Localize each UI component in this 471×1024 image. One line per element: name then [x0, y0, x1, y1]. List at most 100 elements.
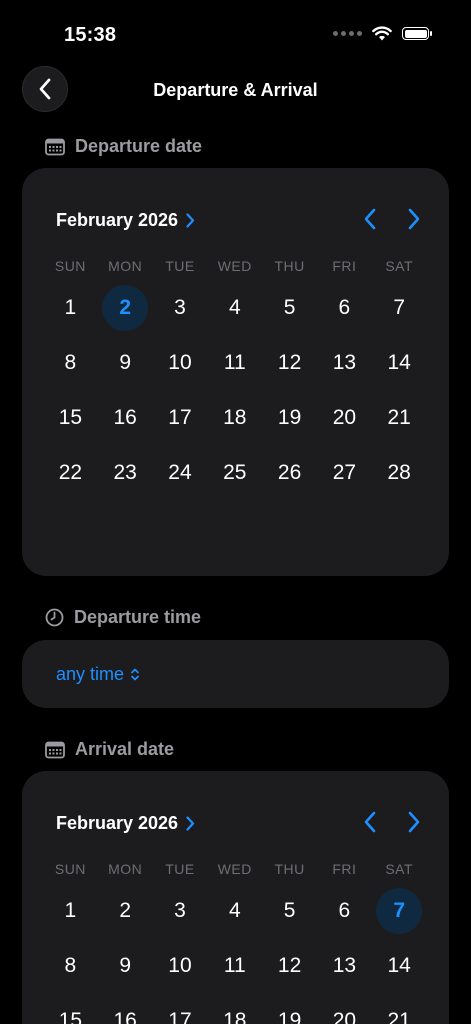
- day-cell[interactable]: 11: [207, 335, 262, 390]
- departure-time-value: any time: [56, 664, 125, 684]
- day-number: 11: [223, 953, 246, 977]
- day-cell[interactable]: 9: [98, 938, 153, 993]
- departure-month-title: February 2026: [56, 210, 179, 230]
- departure-next-month-button[interactable]: [407, 208, 421, 230]
- day-number: 24: [168, 460, 192, 484]
- arrival-month-nav: [363, 811, 421, 833]
- day-cell[interactable]: 26: [262, 445, 317, 500]
- day-cell[interactable]: 21: [372, 993, 427, 1024]
- day-number: 7: [393, 295, 406, 319]
- day-cell[interactable]: 19: [262, 390, 317, 445]
- day-cell[interactable]: 18: [207, 390, 262, 445]
- day-cell[interactable]: 9: [98, 335, 153, 390]
- day-cell[interactable]: 20: [317, 993, 372, 1024]
- day-cell[interactable]: 17: [153, 993, 208, 1024]
- day-cell[interactable]: 3: [153, 883, 208, 938]
- day-cell[interactable]: 13: [317, 938, 372, 993]
- day-cell[interactable]: 16: [98, 993, 153, 1024]
- day-number: 9: [119, 953, 132, 977]
- day-number: 10: [168, 350, 192, 374]
- day-number: 19: [277, 405, 302, 429]
- arrival-prev-month-button[interactable]: [363, 811, 377, 833]
- weekday-label: THU: [274, 861, 305, 877]
- arrival-next-month-button[interactable]: [407, 811, 421, 833]
- day-cell[interactable]: 10: [153, 335, 208, 390]
- day-number: 11: [223, 350, 246, 374]
- day-number: 9: [119, 350, 132, 374]
- departure-time-label: Departure time: [45, 607, 201, 628]
- day-cell[interactable]: 7: [372, 280, 427, 335]
- day-number: 17: [168, 405, 192, 429]
- day-cell[interactable]: 1: [43, 883, 98, 938]
- day-number: 20: [332, 405, 357, 429]
- day-number: 5: [283, 898, 296, 922]
- day-cell[interactable]: 6: [317, 883, 372, 938]
- day-cell[interactable]: 11: [207, 938, 262, 993]
- day-cell[interactable]: 25: [207, 445, 262, 500]
- day-cell[interactable]: 15: [43, 993, 98, 1024]
- arrival-day-grid: 1 2 3 4 5 6 7 8 9 10 11 12 13 14 15 16 17 18 19 20 21: [43, 883, 427, 1024]
- weekday-label: MON: [108, 258, 143, 274]
- day-cell[interactable]: 8: [43, 335, 98, 390]
- day-cell[interactable]: 23: [98, 445, 153, 500]
- day-cell[interactable]: 5: [262, 280, 317, 335]
- battery-icon: [402, 27, 432, 40]
- day-cell[interactable]: 14: [372, 335, 427, 390]
- day-cell[interactable]: 5: [262, 883, 317, 938]
- day-number: 16: [113, 1008, 137, 1024]
- day-number: 6: [338, 295, 351, 319]
- day-number: 5: [283, 295, 296, 319]
- day-cell[interactable]: 13: [317, 335, 372, 390]
- day-cell[interactable]: 15: [43, 390, 98, 445]
- day-cell[interactable]: 19: [262, 993, 317, 1024]
- weekday-label: TUE: [165, 258, 195, 274]
- chevron-up-down-icon: [131, 668, 139, 681]
- arrival-date-label-text: Arrival date: [75, 739, 175, 759]
- day-cell[interactable]: 20: [317, 390, 372, 445]
- day-cell[interactable]: 8: [43, 938, 98, 993]
- day-number: 17: [168, 1008, 192, 1024]
- day-cell[interactable]: 24: [153, 445, 208, 500]
- day-cell[interactable]: 17: [153, 390, 208, 445]
- day-number: 13: [332, 953, 357, 977]
- day-cell[interactable]: 6: [317, 280, 372, 335]
- day-cell[interactable]: 1: [43, 280, 98, 335]
- departure-prev-month-button[interactable]: [363, 208, 377, 230]
- day-cell[interactable]: 22: [43, 445, 98, 500]
- day-cell[interactable]: 28: [372, 445, 427, 500]
- departure-day-grid: 1 2 3 4 5 6 7 8 9 10 11 12 13 14 15 16 17 18 19 20 21 22 23 24 2…: [43, 280, 427, 500]
- departure-time-select[interactable]: any time: [56, 664, 140, 685]
- day-cell[interactable]: 4: [207, 883, 262, 938]
- status-time: 15:38: [64, 24, 117, 46]
- day-cell[interactable]: 16: [98, 390, 153, 445]
- status-bar: 15:38: [0, 0, 471, 70]
- page-title: Departure & Arrival: [153, 80, 318, 100]
- day-cell[interactable]: 12: [262, 938, 317, 993]
- day-cell[interactable]: 18: [207, 993, 262, 1024]
- weekday-label: SAT: [385, 258, 414, 274]
- day-number: 14: [387, 350, 411, 374]
- day-cell[interactable]: 27: [317, 445, 372, 500]
- arrival-weekday-header: SUN MON TUE WED THU FRI SAT: [43, 861, 427, 877]
- chevron-left-icon: [364, 811, 376, 833]
- day-cell[interactable]: 14: [372, 938, 427, 993]
- day-number: 27: [332, 460, 357, 484]
- arrival-month-title: February 2026: [56, 813, 179, 833]
- day-cell[interactable]: 2: [98, 883, 153, 938]
- day-cell-selected[interactable]: 2: [98, 280, 153, 335]
- signal-icon: [333, 31, 362, 36]
- day-number: 25: [223, 460, 247, 484]
- day-cell[interactable]: 10: [153, 938, 208, 993]
- day-number: 8: [64, 350, 77, 374]
- chevron-right-icon: [408, 811, 420, 833]
- day-cell[interactable]: 21: [372, 390, 427, 445]
- clock-icon: [45, 608, 64, 627]
- arrival-month-picker[interactable]: February 2026: [56, 813, 195, 834]
- day-cell-selected[interactable]: 7: [372, 883, 427, 938]
- departure-month-picker[interactable]: February 2026: [56, 210, 195, 231]
- weekday-label: MON: [108, 861, 143, 877]
- day-cell[interactable]: 4: [207, 280, 262, 335]
- departure-weekday-header: SUN MON TUE WED THU FRI SAT: [43, 258, 427, 274]
- day-cell[interactable]: 3: [153, 280, 208, 335]
- day-cell[interactable]: 12: [262, 335, 317, 390]
